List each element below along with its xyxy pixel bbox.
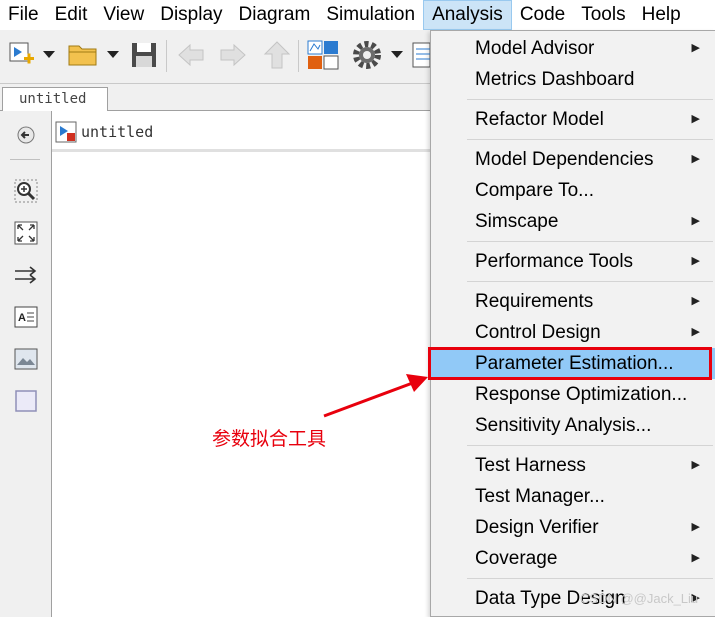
toolbar-divider bbox=[166, 40, 167, 72]
menu-edit[interactable]: Edit bbox=[47, 0, 96, 30]
menu-item-label: Sensitivity Analysis... bbox=[475, 414, 652, 436]
new-model-icon[interactable] bbox=[6, 40, 38, 70]
menu-file[interactable]: File bbox=[0, 0, 47, 30]
menu-item-metrics-dashboard[interactable]: Metrics Dashboard bbox=[431, 64, 715, 95]
toolbar-divider bbox=[298, 40, 299, 72]
annotation-text: 参数拟合工具 bbox=[212, 428, 327, 450]
menu-item-label: Requirements bbox=[475, 290, 594, 312]
submenu-arrow-icon: ▶ bbox=[691, 521, 700, 533]
menu-separator bbox=[467, 445, 713, 446]
menu-item-test-manager[interactable]: Test Manager... bbox=[431, 481, 715, 512]
toolbar bbox=[0, 30, 430, 84]
menu-item-label: Test Manager... bbox=[475, 485, 605, 507]
menu-bar: File Edit View Display Diagram Simulatio… bbox=[0, 0, 715, 30]
forward-arrow-icon[interactable] bbox=[216, 40, 250, 70]
menu-separator bbox=[467, 578, 713, 579]
model-tab[interactable]: untitled bbox=[2, 87, 108, 111]
menu-item-label: Model Dependencies bbox=[475, 148, 654, 170]
save-icon[interactable] bbox=[128, 40, 160, 70]
menu-display[interactable]: Display bbox=[152, 0, 230, 30]
annotation-icon[interactable]: A bbox=[14, 305, 38, 329]
block-palette: A bbox=[0, 111, 52, 617]
menu-item-performance-tools[interactable]: Performance Tools ▶ bbox=[431, 246, 715, 277]
menu-item-label: Refactor Model bbox=[475, 108, 604, 130]
menu-item-label: Response Optimization... bbox=[475, 383, 688, 405]
menu-separator bbox=[467, 281, 713, 282]
model-tab-bar: untitled bbox=[0, 84, 430, 111]
signal-routing-icon[interactable] bbox=[14, 263, 38, 287]
menu-item-coverage[interactable]: Coverage ▶ bbox=[431, 543, 715, 574]
menu-item-response-optimization[interactable]: Response Optimization... bbox=[431, 379, 715, 410]
submenu-arrow-icon: ▶ bbox=[691, 215, 700, 227]
submenu-arrow-icon: ▶ bbox=[691, 552, 700, 564]
back-arrow-icon[interactable] bbox=[174, 40, 208, 70]
menu-separator bbox=[467, 241, 713, 242]
submenu-arrow-icon: ▶ bbox=[691, 459, 700, 471]
menu-item-model-dependencies[interactable]: Model Dependencies ▶ bbox=[431, 144, 715, 175]
area-icon[interactable] bbox=[14, 389, 38, 413]
menu-view[interactable]: View bbox=[95, 0, 152, 30]
annotation-arrow bbox=[323, 374, 428, 418]
menu-diagram[interactable]: Diagram bbox=[231, 0, 319, 30]
submenu-arrow-icon: ▶ bbox=[691, 255, 700, 267]
breadcrumb-path[interactable]: untitled bbox=[81, 123, 153, 141]
menu-item-test-harness[interactable]: Test Harness ▶ bbox=[431, 450, 715, 481]
submenu-arrow-icon: ▶ bbox=[691, 42, 700, 54]
menu-separator bbox=[467, 139, 713, 140]
chevron-down-icon[interactable] bbox=[106, 40, 120, 70]
breadcrumb: untitled bbox=[52, 114, 430, 152]
menu-item-model-advisor[interactable]: Model Advisor ▶ bbox=[431, 33, 715, 64]
zoom-icon[interactable] bbox=[14, 179, 38, 203]
menu-item-sensitivity-analysis[interactable]: Sensitivity Analysis... bbox=[431, 410, 715, 441]
menu-item-label: Metrics Dashboard bbox=[475, 68, 635, 90]
submenu-arrow-icon: ▶ bbox=[691, 326, 700, 338]
menu-code[interactable]: Code bbox=[512, 0, 573, 30]
library-browser-icon[interactable] bbox=[304, 40, 342, 70]
menu-item-simscape[interactable]: Simscape ▶ bbox=[431, 206, 715, 237]
menu-item-label: Design Verifier bbox=[475, 516, 599, 538]
menu-item-label: Coverage bbox=[475, 547, 558, 569]
menu-item-label: Compare To... bbox=[475, 179, 594, 201]
menu-item-control-design[interactable]: Control Design ▶ bbox=[431, 317, 715, 348]
menu-item-label: Performance Tools bbox=[475, 250, 634, 272]
analysis-menu: Model Advisor ▶ Metrics Dashboard Refacto… bbox=[430, 30, 715, 617]
image-icon[interactable] bbox=[14, 347, 38, 371]
model-explorer-icon[interactable] bbox=[410, 40, 430, 70]
svg-text:A: A bbox=[18, 312, 26, 324]
menu-item-label: Control Design bbox=[475, 321, 601, 343]
menu-item-label: Model Advisor bbox=[475, 37, 595, 59]
menu-item-label: Parameter Estimation... bbox=[475, 352, 674, 374]
menu-help[interactable]: Help bbox=[634, 0, 689, 30]
model-canvas[interactable]: untitled bbox=[52, 111, 430, 617]
menu-item-label: Simscape bbox=[475, 210, 559, 232]
menu-item-design-verifier[interactable]: Design Verifier ▶ bbox=[431, 512, 715, 543]
open-folder-icon[interactable] bbox=[66, 40, 100, 70]
submenu-arrow-icon: ▶ bbox=[691, 113, 700, 125]
menu-item-parameter-estimation[interactable]: Parameter Estimation... bbox=[431, 348, 715, 379]
menu-item-compare-to[interactable]: Compare To... bbox=[431, 175, 715, 206]
menu-item-refactor-model[interactable]: Refactor Model ▶ bbox=[431, 104, 715, 135]
chevron-down-icon[interactable] bbox=[390, 40, 404, 70]
palette-divider bbox=[10, 159, 40, 160]
menu-simulation[interactable]: Simulation bbox=[318, 0, 423, 30]
model-icon bbox=[55, 121, 77, 143]
submenu-arrow-icon: ▶ bbox=[691, 153, 700, 165]
fit-to-view-icon[interactable] bbox=[14, 221, 38, 245]
hide-browser-icon[interactable] bbox=[14, 123, 38, 147]
menu-tools[interactable]: Tools bbox=[573, 0, 633, 30]
menu-item-requirements[interactable]: Requirements ▶ bbox=[431, 286, 715, 317]
up-arrow-icon[interactable] bbox=[260, 40, 294, 70]
chevron-down-icon[interactable] bbox=[42, 40, 56, 70]
settings-gear-icon[interactable] bbox=[350, 40, 384, 70]
menu-analysis[interactable]: Analysis bbox=[423, 0, 512, 30]
watermark: CSDN @@Jack_Liu bbox=[580, 591, 699, 606]
submenu-arrow-icon: ▶ bbox=[691, 295, 700, 307]
menu-separator bbox=[467, 99, 713, 100]
menu-item-label: Test Harness bbox=[475, 454, 586, 476]
